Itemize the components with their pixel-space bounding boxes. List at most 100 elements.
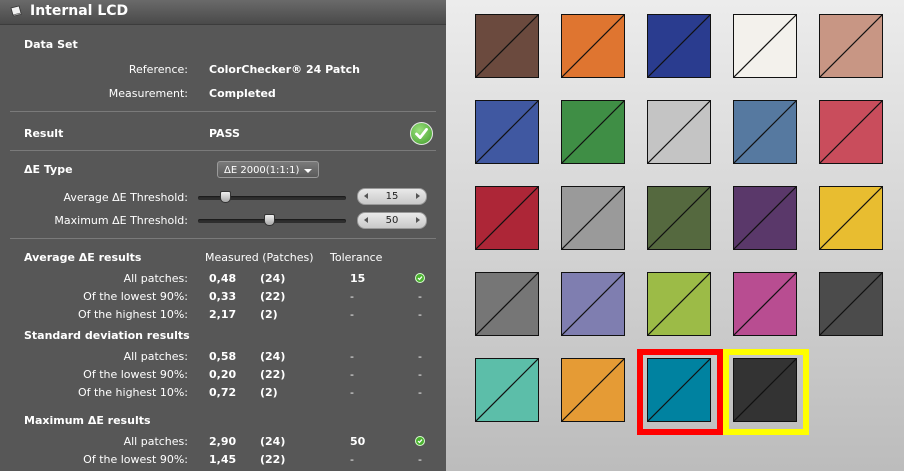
color-patch[interactable]: [647, 100, 711, 164]
color-patch[interactable]: [561, 272, 625, 336]
row-tolerance: -: [350, 290, 354, 303]
std-results-heading: Standard deviation results: [24, 329, 190, 342]
measurement-value: Completed: [209, 87, 276, 100]
de-type-selected: ΔE 2000(1:1:1): [224, 165, 300, 176]
pass-check-icon: [410, 122, 433, 145]
avg-results-heading: Average ΔE results: [24, 251, 142, 264]
color-patch[interactable]: [819, 100, 883, 164]
color-patch[interactable]: [475, 14, 539, 78]
dataset-heading: Data Set: [24, 38, 78, 51]
color-patch[interactable]: [561, 100, 625, 164]
results-panel: Internal LCD Data Set Reference: ColorCh…: [0, 0, 446, 471]
average-threshold-slider[interactable]: [198, 191, 346, 203]
color-patch[interactable]: [819, 14, 883, 78]
color-patch[interactable]: [733, 186, 797, 250]
row-label: All patches:: [123, 435, 188, 448]
row-patch-count: (22): [260, 453, 286, 466]
color-patch[interactable]: [647, 186, 711, 250]
color-patch[interactable]: [561, 186, 625, 250]
row-patch-count: (22): [260, 368, 286, 381]
row-patch-count: (2): [260, 308, 278, 321]
maximum-threshold-slider[interactable]: [198, 214, 346, 226]
row-measured-value: 0,72: [209, 386, 237, 399]
row-tolerance: 50: [350, 435, 366, 448]
color-patch[interactable]: [475, 272, 539, 336]
row-patch-count: (22): [260, 290, 286, 303]
row-measured-value: 2,17: [209, 308, 237, 321]
selected-patch-highlight-yellow: [723, 349, 809, 435]
color-patch[interactable]: [819, 186, 883, 250]
row-status: -: [418, 308, 422, 321]
row-measured-value: 0,33: [209, 290, 237, 303]
result-label: Result: [24, 127, 64, 140]
slider-thumb[interactable]: [220, 191, 231, 203]
row-status: -: [418, 386, 422, 399]
measurement-label: Measurement:: [108, 87, 188, 100]
row-measured-value: 1,45: [209, 453, 237, 466]
row-label: All patches:: [123, 350, 188, 363]
row-status: -: [418, 350, 422, 363]
maximum-threshold-stepper[interactable]: 50: [357, 212, 427, 229]
row-label: Of the lowest 90%:: [83, 290, 188, 303]
row-tolerance: -: [350, 350, 354, 363]
color-patch[interactable]: [561, 14, 625, 78]
color-patch[interactable]: [647, 14, 711, 78]
color-patch[interactable]: [475, 100, 539, 164]
max-results-heading: Maximum ΔE results: [24, 414, 151, 427]
row-status: -: [418, 368, 422, 381]
panel-titlebar: Internal LCD: [0, 0, 446, 25]
average-threshold-stepper[interactable]: 15: [357, 188, 427, 205]
row-label: Of the lowest 90%:: [83, 368, 188, 381]
selected-patch-highlight-red: [637, 349, 723, 435]
row-patch-count: (24): [260, 350, 286, 363]
average-threshold-label: Average ΔE Threshold:: [63, 191, 188, 204]
check-icon: [415, 436, 425, 446]
row-status: -: [418, 453, 422, 466]
maximum-threshold-label: Maximum ΔE Threshold:: [54, 214, 188, 227]
color-patch[interactable]: [733, 100, 797, 164]
display-icon: [10, 5, 22, 17]
de-type-label: ΔE Type: [24, 163, 73, 176]
color-patch[interactable]: [819, 272, 883, 336]
check-icon: [415, 273, 425, 283]
tolerance-column-header: Tolerance: [330, 251, 383, 264]
row-label: Of the lowest 90%:: [83, 453, 188, 466]
row-tolerance: -: [350, 386, 354, 399]
divider: [10, 150, 436, 151]
row-label: Of the highest 10%:: [77, 308, 188, 321]
row-patch-count: (2): [260, 386, 278, 399]
color-patch[interactable]: [475, 186, 539, 250]
row-measured-value: 2,90: [209, 435, 237, 448]
app-root: Internal LCD Data Set Reference: ColorCh…: [0, 0, 904, 471]
color-patch-grid: [446, 0, 904, 471]
row-tolerance: 15: [350, 272, 366, 285]
increment-arrow-icon[interactable]: [416, 193, 420, 199]
row-tolerance: -: [350, 308, 354, 321]
color-patch[interactable]: [561, 358, 625, 422]
row-status: -: [418, 290, 422, 303]
slider-thumb[interactable]: [264, 214, 275, 226]
row-measured-value: 0,48: [209, 272, 237, 285]
row-measured-value: 0,20: [209, 368, 237, 381]
color-patch[interactable]: [475, 358, 539, 422]
row-label: Of the highest 10%:: [77, 386, 188, 399]
panel-title: Internal LCD: [30, 3, 129, 19]
measured-column-header: Measured (Patches): [205, 251, 314, 264]
reference-label: Reference:: [128, 63, 188, 76]
row-measured-value: 0,58: [209, 350, 237, 363]
divider: [10, 238, 436, 239]
increment-arrow-icon[interactable]: [416, 217, 420, 223]
color-patch[interactable]: [733, 272, 797, 336]
row-patch-count: (24): [260, 272, 286, 285]
de-type-dropdown[interactable]: ΔE 2000(1:1:1): [217, 161, 319, 178]
row-tolerance: -: [350, 453, 354, 466]
row-patch-count: (24): [260, 435, 286, 448]
divider: [10, 111, 436, 112]
reference-value: ColorChecker® 24 Patch: [209, 63, 360, 76]
chevron-down-icon: [304, 169, 312, 173]
color-patch[interactable]: [733, 14, 797, 78]
row-label: All patches:: [123, 272, 188, 285]
color-patch[interactable]: [647, 272, 711, 336]
row-tolerance: -: [350, 368, 354, 381]
result-value: PASS: [209, 127, 240, 140]
